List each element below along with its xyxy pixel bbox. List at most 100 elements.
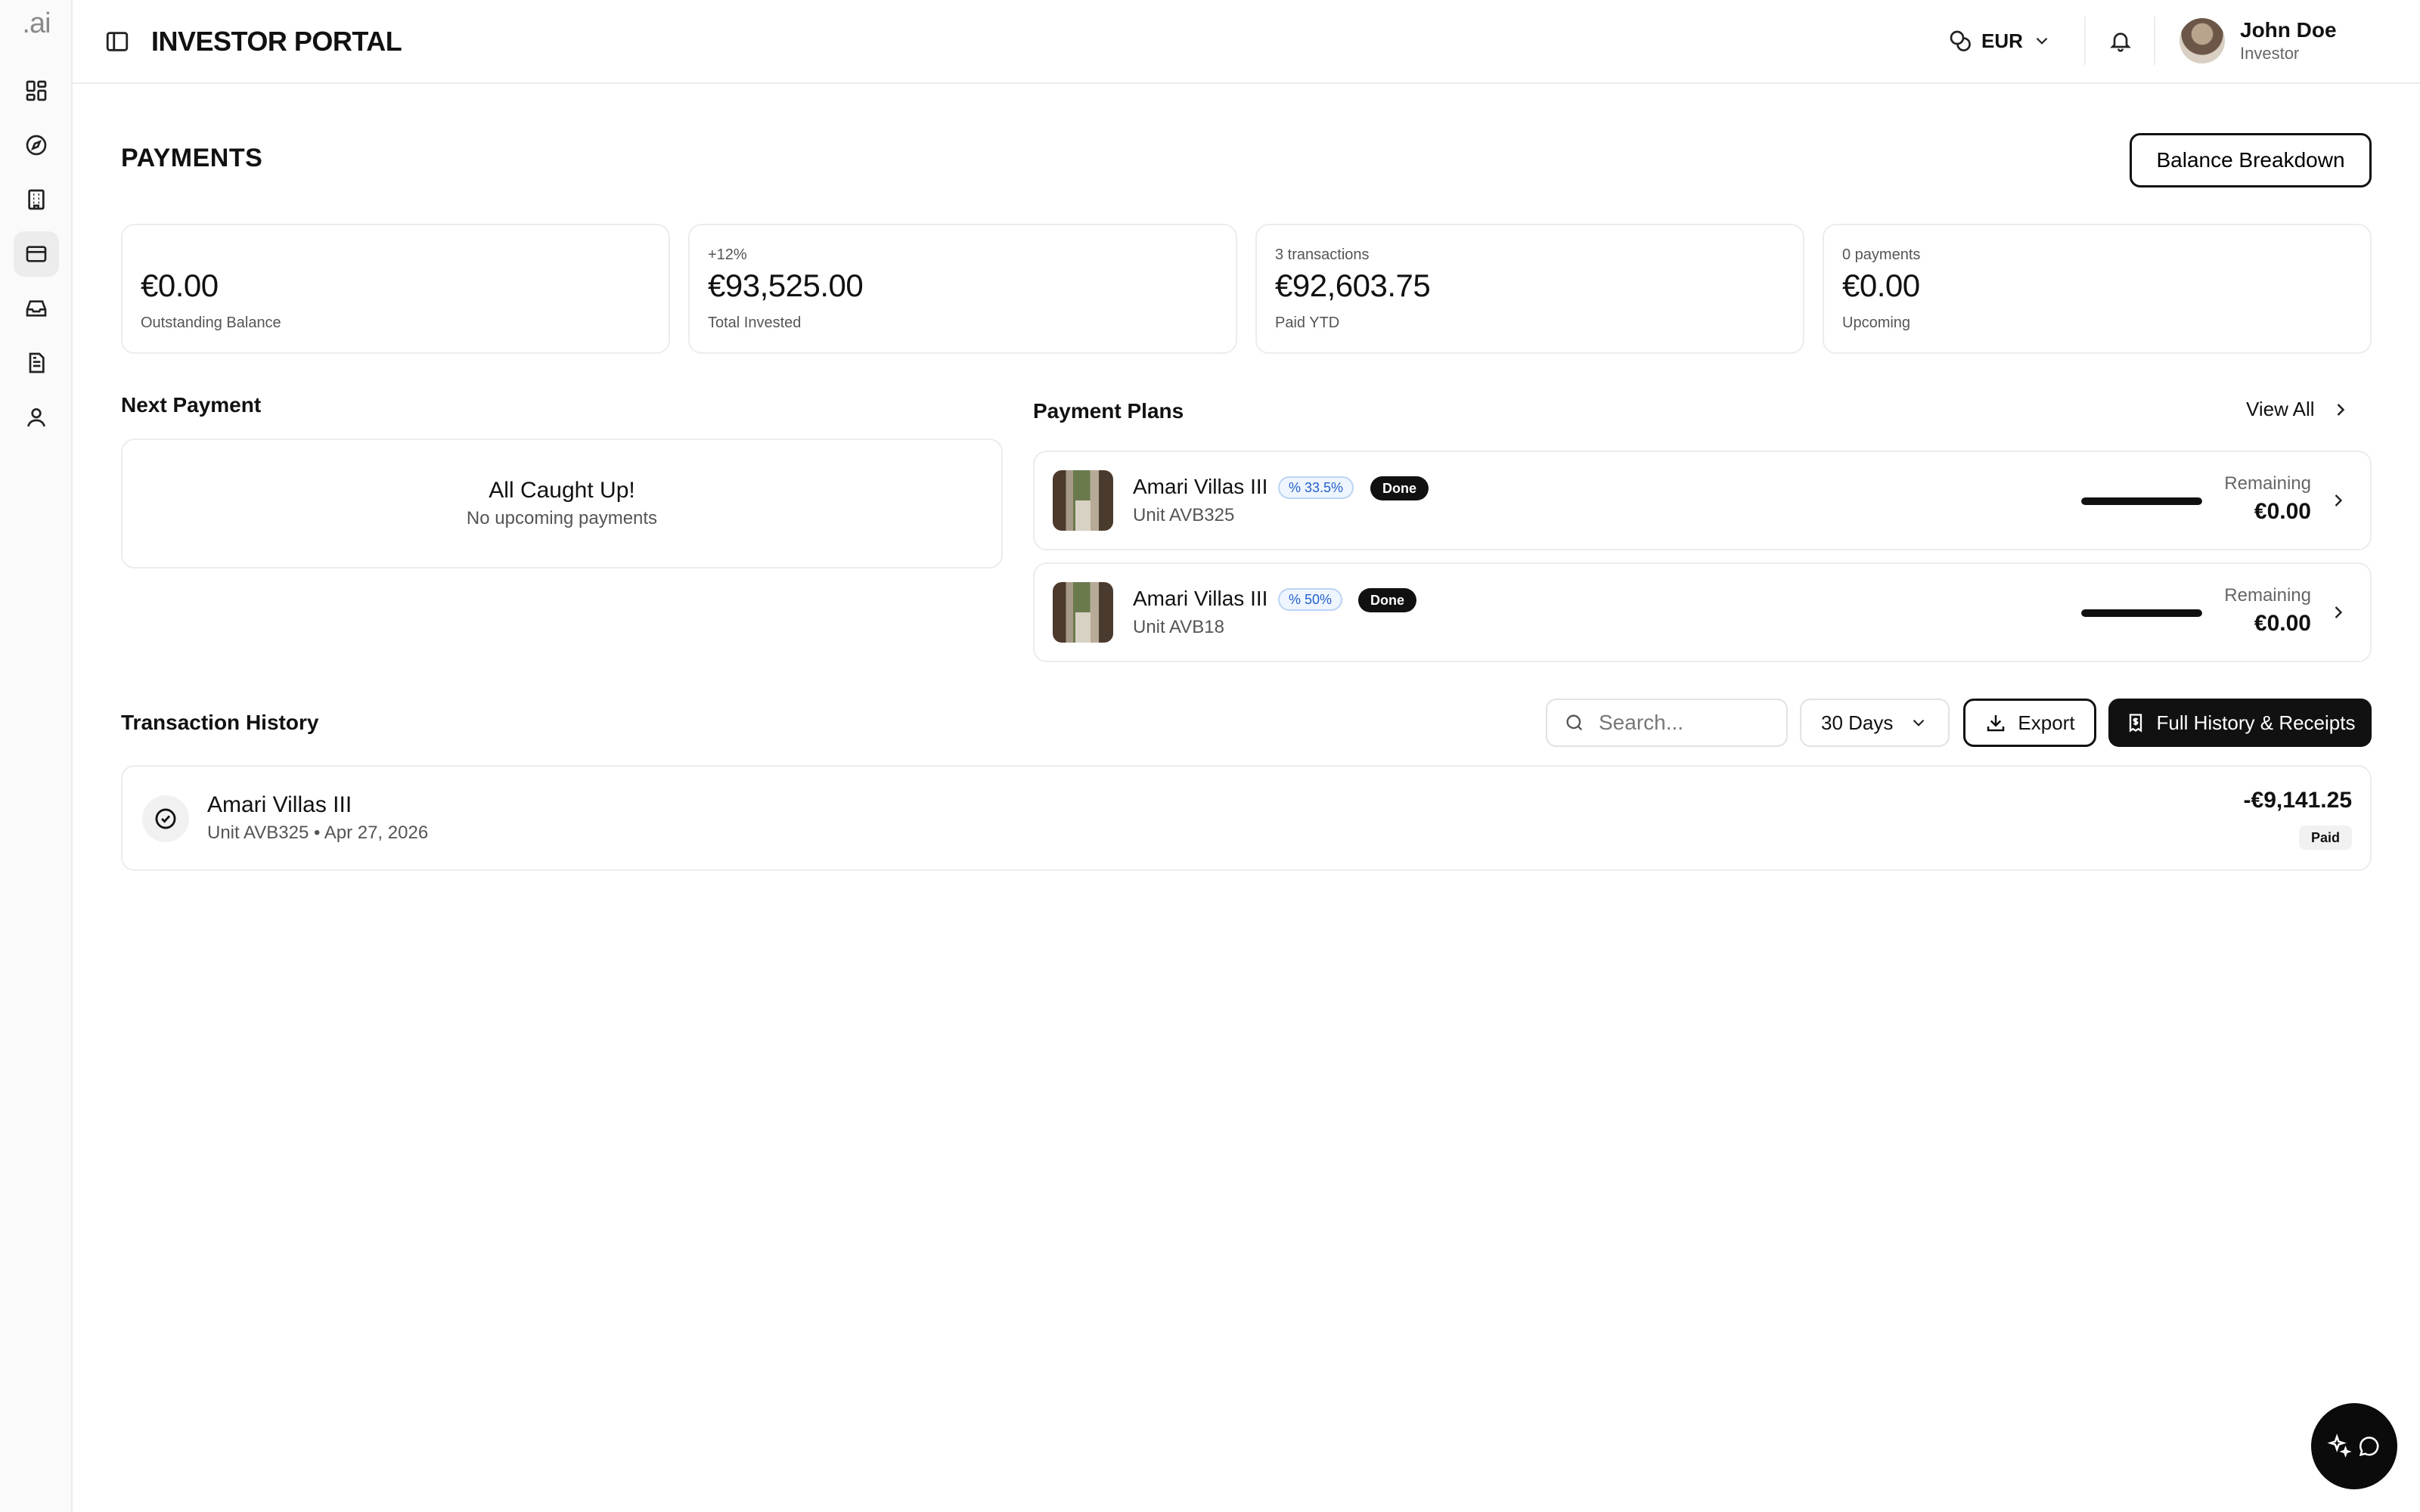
next-payment-title: Next Payment [121, 393, 262, 417]
stat-card-paid-ytd: 3 transactions €92,603.75 Paid YTD [1255, 224, 1804, 354]
stat-top: 3 transactions [1275, 246, 1370, 263]
transaction-amount: -€9,141.25 [2243, 788, 2352, 813]
period-select[interactable]: 30 Days [1800, 699, 1950, 747]
view-all-link[interactable]: View All [2246, 398, 2351, 421]
dashboard-icon [26, 80, 47, 101]
search-icon [1566, 714, 1583, 731]
check-circle-icon [142, 795, 189, 842]
transaction-title: Amari Villas III [207, 792, 352, 817]
balance-breakdown-button[interactable]: Balance Breakdown [2130, 133, 2372, 187]
stat-card-total-invested: +12% €93,525.00 Total Invested [688, 224, 1237, 354]
stat-value: €0.00 [141, 268, 219, 303]
stat-card-outstanding: €0.00 Outstanding Balance [121, 224, 670, 354]
brand-logo[interactable]: .ai [0, 8, 73, 40]
stat-top: +12% [708, 246, 747, 263]
status-badge: Paid [2298, 826, 2352, 850]
plan-progress-fill [2081, 609, 2202, 617]
download-icon [1987, 715, 2005, 732]
credit-card-icon [26, 246, 47, 262]
top-header: INVESTOR PORTAL EUR John Doe Investor [73, 0, 2420, 84]
property-thumbnail [1053, 582, 1113, 643]
stat-value: €93,525.00 [708, 268, 864, 303]
sidebar-item-inbox[interactable] [14, 286, 59, 331]
sidebar-panel-icon [106, 32, 129, 51]
currency-label: EUR [1981, 29, 2023, 52]
plan-name: Amari Villas III [1133, 587, 1268, 610]
empty-state-subtitle: No upcoming payments [466, 508, 658, 528]
remaining-label: Remaining [2224, 585, 2311, 606]
stat-card-upcoming: 0 payments €0.00 Upcoming [1823, 224, 2372, 354]
status-badge: Done [1358, 588, 1416, 612]
view-all-label: View All [2246, 398, 2315, 420]
stat-value: €0.00 [1842, 268, 1920, 303]
chevron-down-icon [1913, 719, 1925, 727]
export-button[interactable]: Export [1963, 699, 2096, 747]
chevron-right-icon [2337, 403, 2344, 416]
stat-label: Paid YTD [1275, 314, 1340, 331]
status-badge: Done [1370, 476, 1429, 500]
inbox-icon [26, 300, 47, 317]
empty-state-title: All Caught Up! [489, 478, 635, 503]
sidebar-toggle-button[interactable] [103, 27, 132, 56]
chevron-right-icon [2335, 494, 2343, 507]
percent-icon: % [1289, 479, 1305, 495]
remaining-value: €0.00 [2254, 499, 2311, 524]
stat-label: Total Invested [708, 314, 802, 331]
document-icon [29, 352, 45, 373]
receipt-icon [2129, 714, 2142, 733]
header-divider [2154, 17, 2155, 65]
plan-unit: Unit AVB18 [1133, 617, 1224, 637]
percent-badge: % 33.5% [1278, 476, 1354, 499]
user-icon [27, 408, 45, 427]
remaining-label: Remaining [2224, 473, 2311, 494]
transaction-row[interactable]: Amari Villas III Unit AVB325 • Apr 27, 2… [121, 765, 2372, 871]
stat-top: 0 payments [1842, 246, 1921, 263]
plan-name: Amari Villas III [1133, 475, 1268, 498]
notifications-button[interactable] [2105, 26, 2136, 56]
plan-progress-fill [2081, 497, 2202, 505]
sidebar-item-documents[interactable] [14, 340, 59, 386]
plan-progress-bar [2081, 497, 2202, 505]
sidebar-item-profile[interactable] [14, 395, 59, 440]
period-value: 30 Days [1821, 711, 1894, 734]
sidebar-item-explore[interactable] [14, 122, 59, 168]
header-divider [2084, 17, 2086, 65]
payment-plan-row[interactable]: Amari Villas III % 33.5% Done Unit AVB32… [1033, 451, 2372, 550]
app-title: INVESTOR PORTAL [151, 26, 402, 57]
remaining-value: €0.00 [2254, 611, 2311, 636]
user-role: Investor [2240, 44, 2300, 63]
payment-plans-title: Payment Plans [1033, 399, 1184, 423]
sidebar-item-properties[interactable] [14, 177, 59, 222]
user-name[interactable]: John Doe [2240, 18, 2337, 42]
sparkles-icon [2327, 1433, 2352, 1458]
sidebar-item-dashboard[interactable] [14, 68, 59, 113]
stat-label: Outstanding Balance [141, 314, 281, 331]
transaction-subtitle: Unit AVB325 • Apr 27, 2026 [207, 823, 429, 843]
chevron-right-icon [2335, 606, 2343, 618]
page-title: PAYMENTS [121, 144, 263, 172]
full-history-label: Full History & Receipts [2156, 711, 2356, 734]
percent-value: 33.5% [1305, 479, 1344, 495]
chat-bubble-icon [2359, 1436, 2379, 1457]
payment-plan-row[interactable]: Amari Villas III % 50% Done Unit AVB18 R… [1033, 562, 2372, 662]
sidebar-item-payments[interactable] [14, 231, 59, 277]
building-icon [28, 189, 45, 210]
coins-icon [1950, 30, 1971, 51]
percent-value: 50% [1305, 591, 1333, 607]
search-field[interactable] [1546, 699, 1788, 747]
export-label: Export [2018, 711, 2075, 734]
transaction-history-title: Transaction History [121, 711, 319, 734]
avatar[interactable] [2180, 18, 2225, 64]
chevron-down-icon [2036, 37, 2048, 45]
search-input[interactable] [1599, 711, 1773, 735]
plan-unit: Unit AVB325 [1133, 505, 1235, 525]
compass-icon [26, 135, 47, 156]
full-history-button[interactable]: Full History & Receipts [2108, 699, 2372, 747]
bell-icon [2110, 33, 2131, 52]
ai-chat-button[interactable] [2311, 1403, 2397, 1489]
percent-icon: % [1289, 591, 1305, 607]
property-thumbnail [1053, 470, 1113, 531]
currency-selector[interactable]: EUR [1948, 26, 2052, 56]
stat-value: €92,603.75 [1275, 268, 1431, 303]
sidebar: .ai [0, 0, 73, 1512]
